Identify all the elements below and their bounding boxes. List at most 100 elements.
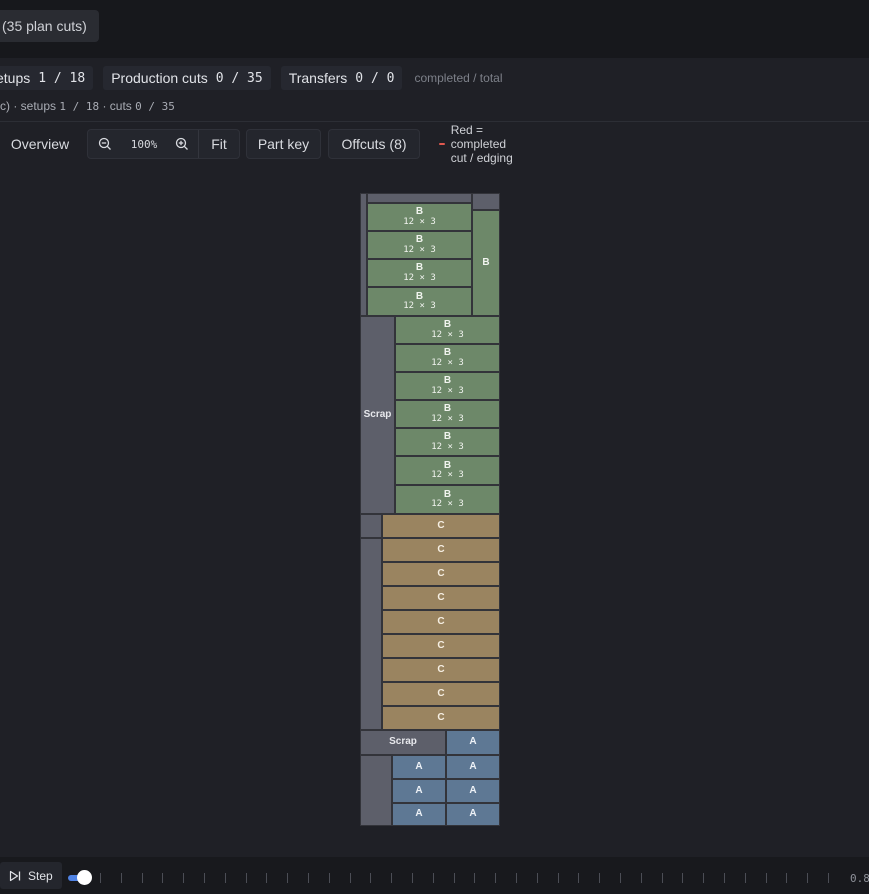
timeline-tick[interactable]: [162, 873, 163, 883]
cut-legend: Red = completed cut / edging: [439, 123, 514, 165]
timeline-tick[interactable]: [682, 873, 683, 883]
part-label: B: [415, 206, 424, 218]
plan-cuts-pill[interactable]: (35 plan cuts): [0, 10, 99, 42]
part-c[interactable]: C: [382, 538, 500, 562]
timeline-tick[interactable]: [599, 873, 600, 883]
part-b-vertical[interactable]: B: [472, 210, 500, 316]
part-c[interactable]: C: [382, 634, 500, 658]
part-b[interactable]: B 12 × 3: [395, 428, 500, 456]
timeline-tick[interactable]: [391, 873, 392, 883]
timeline-tick[interactable]: [246, 873, 247, 883]
timeline-tick[interactable]: [412, 873, 413, 883]
timeline-tick[interactable]: [828, 873, 829, 883]
part-b[interactable]: B 12 × 3: [395, 344, 500, 372]
scrap-piece[interactable]: Scrap: [360, 316, 395, 514]
step-label: Step: [28, 868, 53, 883]
timeline-tick[interactable]: [495, 873, 496, 883]
timeline-end-label: 0.8: [850, 872, 869, 885]
timeline-tick[interactable]: [620, 873, 621, 883]
part-c[interactable]: C: [382, 514, 500, 538]
part-key-label: Part key: [257, 136, 310, 152]
fit-label: Fit: [211, 136, 227, 152]
timeline-tick[interactable]: [662, 873, 663, 883]
part-label: Scrap: [363, 408, 392, 420]
part-dims: 12 × 3: [431, 499, 464, 510]
timeline-tick[interactable]: [370, 873, 371, 883]
timeline-tick[interactable]: [225, 873, 226, 883]
timeline-tick[interactable]: [537, 873, 538, 883]
part-a[interactable]: A: [392, 779, 446, 803]
timeline-tick[interactable]: [204, 873, 205, 883]
timeline-tick[interactable]: [807, 873, 808, 883]
part-dims: 12 × 3: [403, 301, 436, 312]
part-a[interactable]: A: [392, 755, 446, 779]
timeline-tick[interactable]: [786, 873, 787, 883]
part-b[interactable]: B 12 × 3: [367, 203, 472, 231]
setups-counter-label: etups: [0, 70, 31, 86]
overview-label: Overview: [10, 136, 70, 152]
part-a[interactable]: A: [446, 730, 500, 755]
timeline-tick[interactable]: [745, 873, 746, 883]
timeline-tick[interactable]: [266, 873, 267, 883]
scrap-piece[interactable]: Scrap: [360, 730, 446, 755]
zoom-in-button[interactable]: [166, 130, 198, 158]
part-dims: 12 × 3: [431, 329, 464, 340]
offcuts-label: Offcuts (8): [341, 136, 407, 152]
fit-button[interactable]: Fit: [199, 130, 239, 158]
part-key-button[interactable]: Part key: [246, 129, 321, 159]
timeline-tick[interactable]: [641, 873, 642, 883]
part-b[interactable]: B 12 × 3: [395, 485, 500, 514]
timeline-tick[interactable]: [766, 873, 767, 883]
timeline-tick[interactable]: [454, 873, 455, 883]
offcuts-button[interactable]: Offcuts (8): [328, 129, 420, 159]
timeline-tick[interactable]: [703, 873, 704, 883]
part-c[interactable]: C: [382, 586, 500, 610]
timeline-tick[interactable]: [724, 873, 725, 883]
part-c[interactable]: C: [382, 610, 500, 634]
timeline-tick[interactable]: [100, 873, 101, 883]
timeline-ticks[interactable]: [100, 873, 845, 883]
part-dims: 12 × 3: [403, 244, 436, 255]
timeline-tick[interactable]: [474, 873, 475, 883]
timeline-tick[interactable]: [287, 873, 288, 883]
part-c[interactable]: C: [382, 706, 500, 730]
overview-button[interactable]: Overview: [0, 129, 80, 159]
progress-counters: etups 1 / 18 Production cuts 0 / 35 Tran…: [0, 66, 503, 90]
part-c[interactable]: C: [382, 658, 500, 682]
timeline-slider-handle[interactable]: [77, 870, 92, 885]
part-label: C: [437, 639, 445, 651]
timeline-tick[interactable]: [121, 873, 122, 883]
part-b[interactable]: B 12 × 3: [395, 372, 500, 400]
zoom-out-button[interactable]: [88, 130, 122, 158]
part-b[interactable]: B 12 × 3: [395, 456, 500, 485]
sheet-canvas[interactable]: B 12 × 3 B 12 × 3 B 12 × 3 B 12 × 3 B Sc…: [0, 170, 869, 857]
timeline-tick[interactable]: [516, 873, 517, 883]
part-dims: 12 × 3: [403, 216, 436, 227]
timeline-tick[interactable]: [183, 873, 184, 883]
part-b[interactable]: B 12 × 3: [367, 259, 472, 287]
part-dims: 12 × 3: [403, 272, 436, 283]
part-b[interactable]: B 12 × 3: [367, 287, 472, 316]
part-a[interactable]: A: [446, 779, 500, 803]
part-c[interactable]: C: [382, 682, 500, 706]
part-c[interactable]: C: [382, 562, 500, 586]
plan-cuts-label: (35 plan cuts): [2, 18, 87, 34]
part-a[interactable]: A: [446, 803, 500, 826]
timeline-tick[interactable]: [558, 873, 559, 883]
part-b[interactable]: B 12 × 3: [395, 400, 500, 428]
part-label: C: [437, 687, 445, 699]
timeline-tick[interactable]: [578, 873, 579, 883]
timeline-tick[interactable]: [350, 873, 351, 883]
timeline-tick[interactable]: [433, 873, 434, 883]
timeline-tick[interactable]: [142, 873, 143, 883]
part-label: A: [415, 808, 423, 820]
timeline-tick[interactable]: [329, 873, 330, 883]
part-a[interactable]: A: [446, 755, 500, 779]
step-button[interactable]: Step: [0, 862, 62, 889]
part-a[interactable]: A: [392, 803, 446, 826]
part-dims: 12 × 3: [431, 385, 464, 396]
timeline-tick[interactable]: [308, 873, 309, 883]
part-b[interactable]: B 12 × 3: [367, 231, 472, 259]
part-b[interactable]: B 12 × 3: [395, 316, 500, 344]
zoom-level: 100%: [130, 137, 158, 151]
